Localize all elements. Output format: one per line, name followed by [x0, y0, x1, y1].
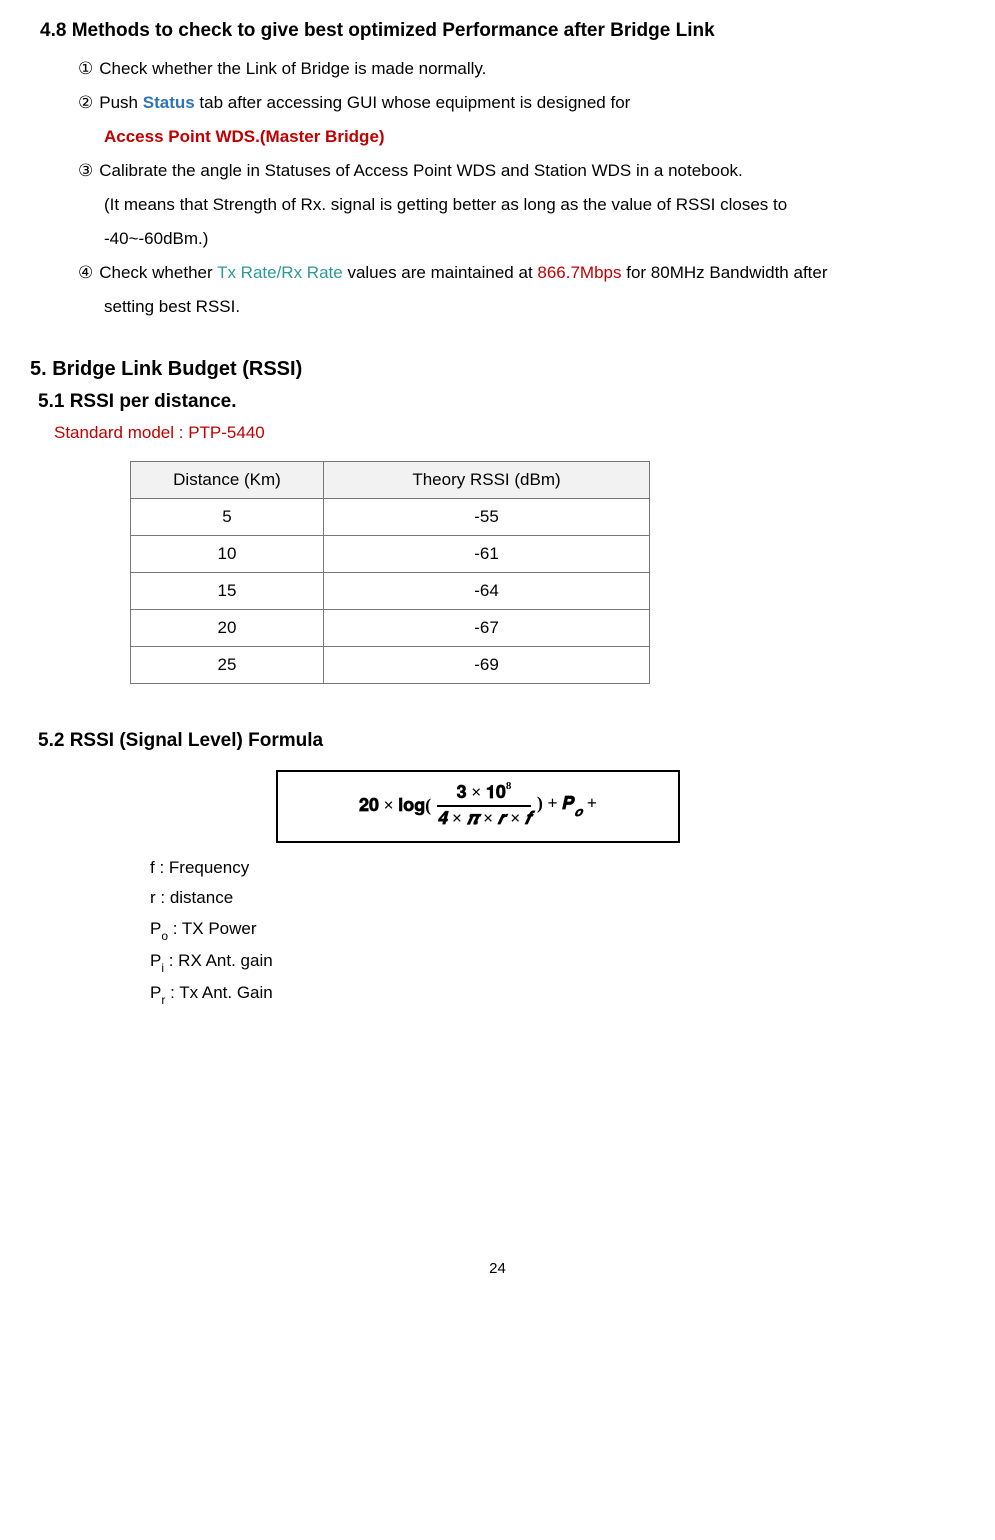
- item-4a: Check whether: [99, 263, 217, 282]
- list-4-8: ① Check whether the Link of Bridge is mad…: [78, 52, 965, 324]
- num-a: 𝟑 × 𝟏𝟎: [457, 782, 506, 802]
- table-row: 10 -61: [131, 536, 650, 573]
- pr-sub: r: [161, 993, 165, 1007]
- formula-box: 𝟐𝟎 × 𝐥𝐨𝐠( 𝟑 × 𝟏𝟎8 𝟒 × 𝝅 × 𝒓 × 𝒇 ) + 𝑷𝒐 +: [276, 770, 680, 843]
- table-row: 25 -69: [131, 647, 650, 684]
- def-po: Po : TX Power: [150, 914, 965, 946]
- item-4c: for 80MHz Bandwidth after: [622, 263, 828, 282]
- cell-distance: 25: [131, 647, 324, 684]
- item-1-text: Check whether the Link of Bridge is made…: [99, 59, 486, 78]
- table-header-row: Distance (Km) Theory RSSI (dBm): [131, 462, 650, 499]
- cell-rssi: -67: [324, 610, 650, 647]
- item-4: ④ Check whether Tx Rate/Rx Rate values ar…: [78, 256, 965, 290]
- heading-5-2: 5.2 RSSI (Signal Level) Formula: [38, 730, 965, 752]
- cell-distance: 15: [131, 573, 324, 610]
- col-rssi: Theory RSSI (dBm): [324, 462, 650, 499]
- item-1: ① Check whether the Link of Bridge is mad…: [78, 52, 965, 86]
- formula-denominator: 𝟒 × 𝝅 × 𝒓 × 𝒇: [437, 807, 531, 829]
- col-distance: Distance (Km): [131, 462, 324, 499]
- formula-defs: f : Frequency r : distance Po : TX Power…: [150, 853, 965, 1010]
- mbps-label: 866.7Mbps: [537, 263, 621, 282]
- def-r: r : distance: [150, 883, 965, 914]
- po-sym: P: [150, 919, 161, 938]
- po-sub: o: [161, 929, 168, 943]
- def-pi: Pi : RX Ant. gain: [150, 946, 965, 978]
- cell-rssi: -69: [324, 647, 650, 684]
- heading-5: 5. Bridge Link Budget (RSSI): [30, 358, 965, 381]
- item-3b: (It means that Strength of Rx. signal is…: [104, 188, 965, 222]
- table-row: 5 -55: [131, 499, 650, 536]
- formula-lead: 𝟐𝟎 × 𝐥𝐨𝐠(: [359, 795, 431, 816]
- item-3c: -40~-60dBm.): [104, 222, 965, 256]
- item-2: ② Push Status tab after accessing GUI who…: [78, 86, 965, 120]
- cell-rssi: -64: [324, 573, 650, 610]
- pi-sym: P: [150, 951, 161, 970]
- pi-sub: i: [161, 961, 164, 975]
- marker-2: ②: [78, 93, 93, 112]
- item-4d: setting best RSSI.: [104, 290, 965, 324]
- heading-4-8: 4.8 Methods to check to give best optimi…: [40, 20, 965, 42]
- marker-1: ①: [78, 59, 93, 78]
- formula-fraction: 𝟑 × 𝟏𝟎8 𝟒 × 𝝅 × 𝒓 × 𝒇: [437, 782, 531, 829]
- item-2-red: Access Point WDS.(Master Bridge): [104, 120, 965, 154]
- heading-5-1: 5.1 RSSI per distance.: [38, 391, 965, 413]
- item-3a: Calibrate the angle in Statuses of Acces…: [99, 161, 743, 180]
- cell-distance: 5: [131, 499, 324, 536]
- cell-distance: 10: [131, 536, 324, 573]
- def-f: f : Frequency: [150, 853, 965, 884]
- marker-4: ④: [78, 263, 93, 282]
- table-row: 15 -64: [131, 573, 650, 610]
- item-2b: tab after accessing GUI whose equipment …: [195, 93, 631, 112]
- formula-tail: ) + 𝑷𝒐 +: [537, 793, 597, 818]
- item-4b: values are maintained at: [343, 263, 538, 282]
- rssi-table: Distance (Km) Theory RSSI (dBm) 5 -55 10…: [130, 461, 650, 684]
- cell-rssi: -61: [324, 536, 650, 573]
- pr-desc: : Tx Ant. Gain: [165, 983, 272, 1002]
- def-pr: Pr : Tx Ant. Gain: [150, 978, 965, 1010]
- tail-a: ) + 𝑷: [537, 793, 574, 813]
- cell-distance: 20: [131, 610, 324, 647]
- formula-numerator: 𝟑 × 𝟏𝟎8: [437, 782, 531, 807]
- cell-rssi: -55: [324, 499, 650, 536]
- page-number: 24: [30, 1260, 965, 1277]
- num-sup: 8: [506, 780, 512, 792]
- tail-end: +: [582, 793, 597, 813]
- po-desc: : TX Power: [168, 919, 257, 938]
- table-row: 20 -67: [131, 610, 650, 647]
- standard-model: Standard model : PTP-5440: [54, 423, 965, 443]
- pr-sym: P: [150, 983, 161, 1002]
- txrx-label: Tx Rate/Rx Rate: [217, 263, 343, 282]
- marker-3: ③: [78, 161, 93, 180]
- tail-sub: 𝒐: [574, 804, 582, 819]
- item-3: ③ Calibrate the angle in Statuses of Acce…: [78, 154, 965, 188]
- status-label: Status: [143, 93, 195, 112]
- item-2a: Push: [99, 93, 142, 112]
- pi-desc: : RX Ant. gain: [164, 951, 273, 970]
